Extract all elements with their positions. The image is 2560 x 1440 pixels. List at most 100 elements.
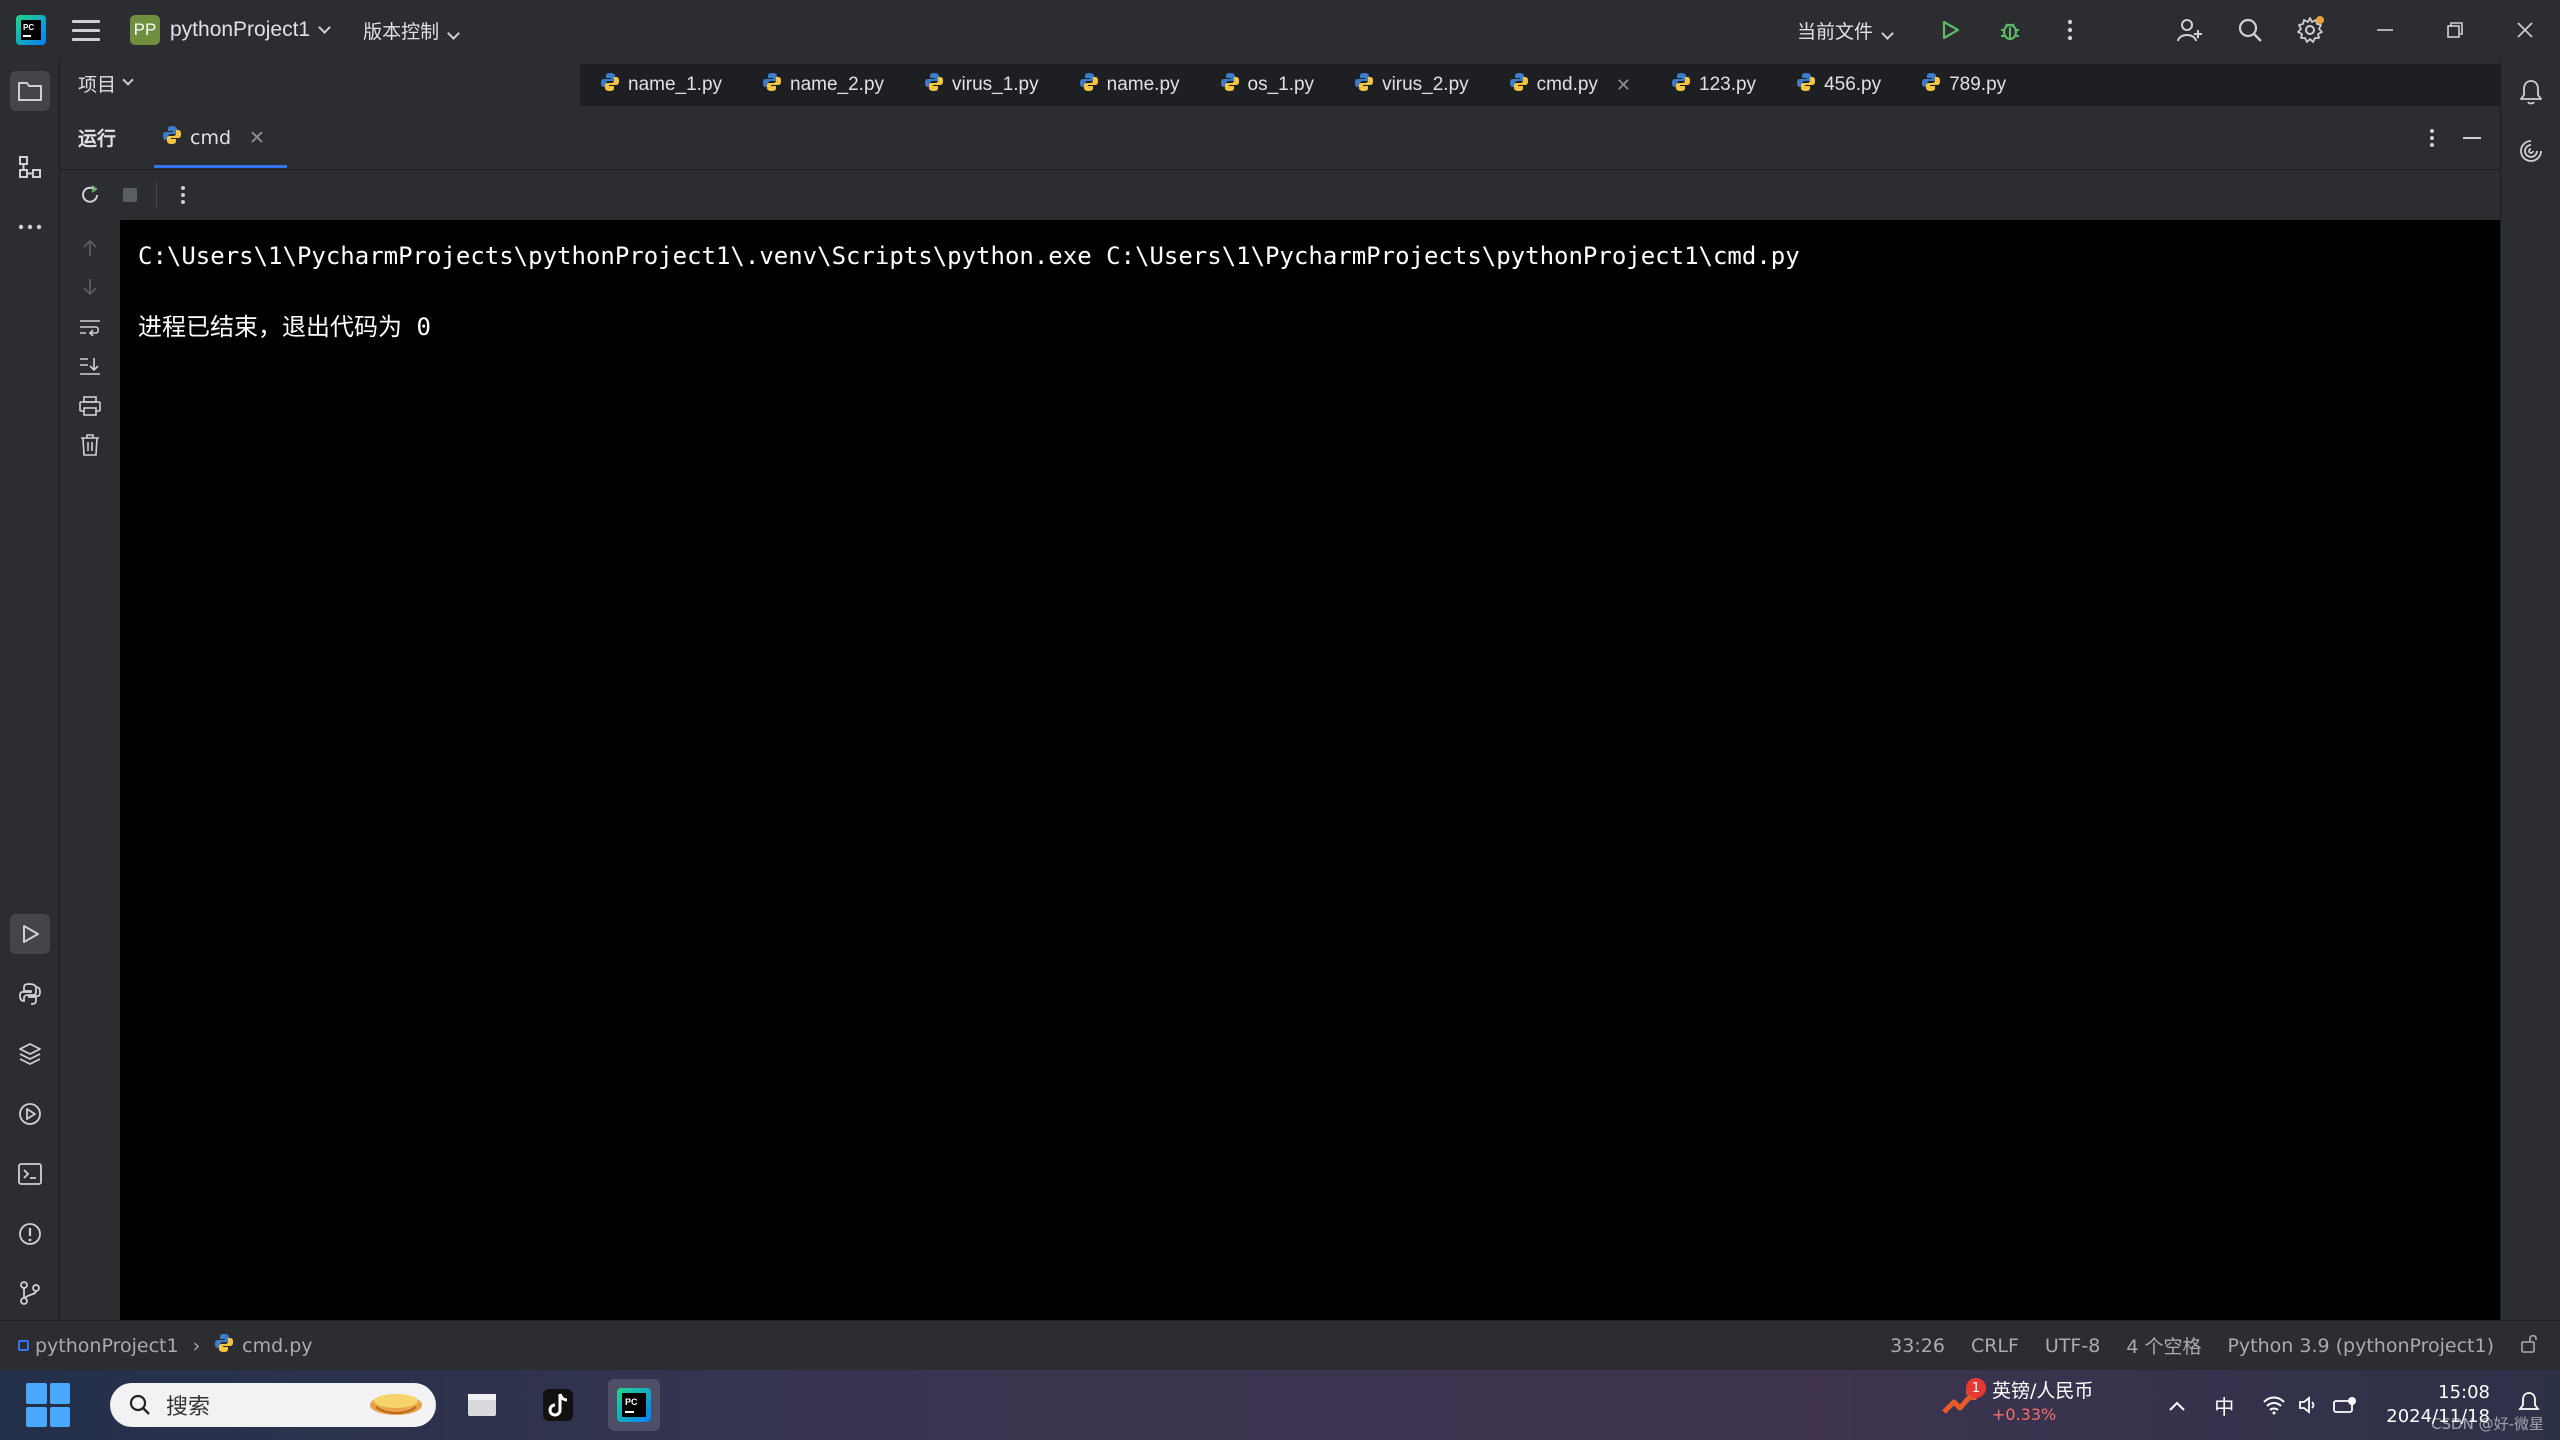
pycharm-logo-icon[interactable]: PC	[16, 15, 46, 45]
console-output[interactable]: C:\Users\1\PycharmProjects\pythonProject…	[120, 220, 2500, 1320]
python-file-icon	[1921, 72, 1941, 98]
structure-icon[interactable]	[10, 147, 50, 187]
python-file-icon	[600, 72, 620, 98]
wifi-icon	[2263, 1396, 2285, 1415]
close-tab-icon[interactable]: ✕	[249, 127, 265, 149]
cursor-position[interactable]: 33:26	[1890, 1335, 1945, 1357]
tray-icons[interactable]	[2262, 1395, 2358, 1415]
tiktok-icon[interactable]	[532, 1379, 584, 1431]
hide-panel-icon[interactable]	[2452, 118, 2492, 158]
clear-all-icon[interactable]	[74, 429, 106, 461]
editor-tab-label: virus_1.py	[952, 74, 1039, 95]
soft-wrap-icon[interactable]	[74, 311, 106, 343]
news-widget[interactable]: 1 英镑/人民币 +0.33%	[1940, 1378, 2093, 1426]
chevron-up-icon[interactable]	[2168, 1393, 2186, 1417]
run-tab-label: cmd	[190, 126, 232, 149]
run-config-selector[interactable]: 当前文件	[1797, 17, 1894, 44]
search-placeholder: 搜索	[166, 1395, 211, 1420]
terminal-icon[interactable]	[10, 1154, 50, 1194]
search-icon[interactable]	[2220, 0, 2280, 60]
python-file-icon	[162, 125, 182, 150]
python-interpreter[interactable]: Python 3.9 (pythonProject1)	[2227, 1335, 2494, 1357]
python-packages-icon[interactable]	[10, 1034, 50, 1074]
exit-message: 进程已结束，退出代码为	[138, 313, 417, 341]
file-encoding[interactable]: UTF-8	[2045, 1335, 2100, 1357]
python-file-icon	[1079, 72, 1099, 98]
line-separator[interactable]: CRLF	[1971, 1335, 2019, 1357]
editor-tab[interactable]: 123.py	[1651, 64, 1776, 106]
python-file-icon	[214, 1333, 234, 1358]
ai-assistant-icon[interactable]	[2511, 131, 2551, 171]
editor-tab-label: name_1.py	[628, 74, 723, 95]
run-icon[interactable]	[1920, 0, 1980, 60]
title-bar: PC PP pythonProject1 版本控制 当前文件	[0, 0, 2560, 60]
project-panel-header[interactable]: 项目	[60, 60, 580, 106]
editor-tab[interactable]: os_1.py	[1200, 64, 1335, 106]
services-icon[interactable]	[10, 1094, 50, 1134]
run-tab-cmd[interactable]: cmd ✕	[154, 106, 287, 170]
chevron-right-icon: ›	[192, 1334, 201, 1357]
file-explorer-icon[interactable]	[456, 1379, 508, 1431]
close-icon[interactable]	[2490, 0, 2560, 60]
project-badge[interactable]: PP	[130, 15, 160, 45]
editor-tab-active[interactable]: cmd.py ✕	[1489, 64, 1651, 106]
editor-tab[interactable]: 456.py	[1776, 64, 1901, 106]
python-file-icon	[1671, 72, 1691, 98]
editor-tab-label: 789.py	[1949, 74, 2007, 95]
restore-icon[interactable]	[2420, 0, 2490, 60]
breadcrumb-project[interactable]: pythonProject1	[35, 1335, 179, 1357]
editor-tab-label: name.py	[1106, 74, 1180, 95]
editor-tab-label: 123.py	[1699, 74, 1757, 95]
editor-tab[interactable]: name.py	[1059, 64, 1200, 106]
ime-indicator[interactable]: 中	[2214, 1391, 2234, 1420]
problems-icon[interactable]	[10, 1214, 50, 1254]
run-tool-icon[interactable]	[10, 914, 50, 954]
lock-icon[interactable]	[2520, 1333, 2540, 1358]
svg-text:PC: PC	[625, 1397, 638, 1407]
project-folder-icon[interactable]	[10, 71, 50, 111]
pycharm-taskbar-icon[interactable]: PC	[608, 1379, 660, 1431]
scroll-up-icon[interactable]	[74, 232, 106, 264]
scroll-down-icon[interactable]	[74, 271, 106, 303]
vcs-label: 版本控制	[363, 20, 440, 43]
project-name[interactable]: pythonProject1	[170, 18, 310, 42]
exit-code: 0	[416, 313, 431, 341]
minimize-icon[interactable]	[2350, 0, 2420, 60]
more-options-icon[interactable]	[2412, 118, 2452, 158]
run-panel-title: 运行	[78, 128, 117, 150]
notifications-icon[interactable]	[2511, 72, 2551, 112]
debug-icon[interactable]	[1980, 0, 2040, 60]
editor-tab[interactable]: name_2.py	[742, 64, 904, 106]
more-options-icon[interactable]	[163, 175, 203, 215]
editor-tab[interactable]: 789.py	[1901, 64, 2026, 106]
python-file-icon	[1354, 72, 1374, 98]
windows-taskbar: 搜索 PC 1 英镑/人民币 +0.33% 中 15:08 2024/11/18	[0, 1370, 2560, 1440]
scroll-to-end-icon[interactable]	[74, 350, 106, 382]
more-tools-icon[interactable]	[10, 207, 50, 247]
vcs-menu[interactable]: 版本控制	[363, 17, 460, 44]
search-highlight-icon	[366, 1385, 426, 1425]
add-user-icon[interactable]	[2160, 0, 2220, 60]
editor-tab[interactable]: virus_1.py	[904, 64, 1059, 106]
left-tool-strip	[0, 60, 60, 1320]
more-actions-icon[interactable]	[2040, 0, 2100, 60]
breadcrumb-file[interactable]: cmd.py	[242, 1335, 312, 1357]
windows-start-icon[interactable]	[26, 1383, 70, 1427]
chevron-down-icon[interactable]	[318, 20, 331, 34]
settings-icon[interactable]	[2280, 0, 2340, 60]
right-tool-strip	[2500, 60, 2560, 1320]
stop-icon[interactable]	[110, 175, 150, 215]
trend-icon: 1	[1940, 1378, 1986, 1422]
editor-tab-label: virus_2.py	[1382, 74, 1469, 95]
taskbar-search[interactable]: 搜索	[110, 1383, 436, 1427]
rerun-icon[interactable]	[70, 175, 110, 215]
editor-tab[interactable]: name_1.py	[580, 64, 742, 106]
print-icon[interactable]	[74, 390, 106, 422]
chevron-down-icon	[122, 74, 134, 86]
editor-tab[interactable]: virus_2.py	[1334, 64, 1489, 106]
main-menu-icon[interactable]	[72, 16, 100, 44]
close-tab-icon[interactable]: ✕	[1616, 75, 1631, 96]
git-icon[interactable]	[10, 1273, 50, 1313]
python-console-icon[interactable]	[10, 974, 50, 1014]
indent-setting[interactable]: 4 个空格	[2126, 1332, 2201, 1359]
